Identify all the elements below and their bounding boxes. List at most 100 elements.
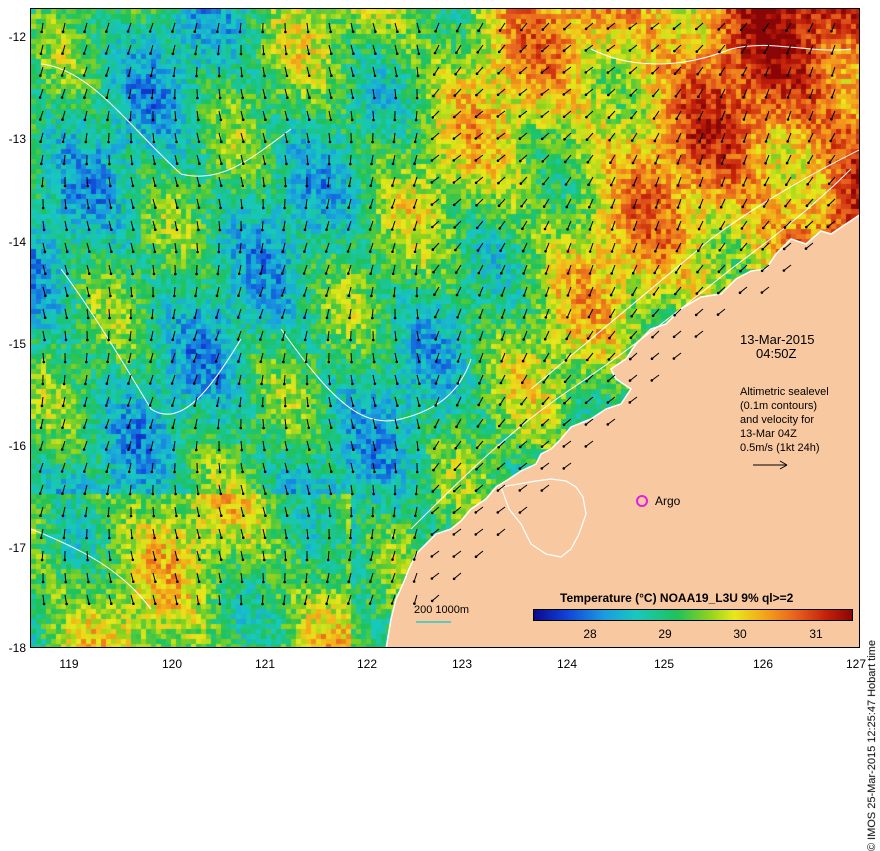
velocity-arrow-head [131, 537, 134, 540]
velocity-arrow [808, 177, 813, 184]
velocity-arrow-head [567, 272, 570, 275]
velocity-arrow [329, 507, 330, 516]
velocity-arrow [521, 23, 527, 30]
lat-label: -15 [2, 337, 26, 351]
velocity-arrow-head [413, 162, 416, 165]
velocity-arrow [393, 243, 396, 252]
velocity-arrow-head [676, 228, 679, 231]
velocity-arrow-head [414, 515, 417, 518]
velocity-arrow-head [127, 426, 130, 429]
velocity-arrow-head [698, 206, 701, 209]
velocity-arrow-head [633, 228, 636, 231]
velocity-arrow-head [743, 140, 746, 143]
velocity-arrow [476, 177, 483, 183]
velocity-arrow [417, 45, 419, 54]
velocity-arrow-head [196, 251, 199, 254]
velocity-arrow [129, 67, 131, 76]
velocity-arrow [351, 89, 353, 98]
velocity-arrow-head [629, 49, 632, 52]
velocity-arrow-head [698, 228, 701, 231]
velocity-arrow [501, 375, 505, 383]
velocity-arrow-head [284, 405, 287, 408]
velocity-arrow-head [109, 559, 112, 562]
velocity-arrow [564, 419, 571, 425]
velocity-arrow [373, 441, 375, 450]
altimetry-line: 13-Mar 04Z [740, 427, 829, 441]
velocity-arrow [480, 309, 483, 318]
velocity-arrow [84, 463, 87, 472]
velocity-arrow-head [329, 383, 332, 386]
velocity-arrow-head [608, 337, 611, 340]
velocity-arrow-head [453, 533, 456, 536]
velocity-arrow [129, 463, 131, 472]
velocity-arrow [195, 419, 197, 428]
velocity-arrow-head [61, 426, 64, 429]
velocity-arrow [43, 331, 45, 340]
velocity-arrow-head [307, 31, 310, 34]
velocity-arrow [282, 287, 285, 296]
velocity-arrow-head [654, 250, 657, 253]
velocity-arrow [175, 155, 177, 164]
velocity-arrow-head [61, 492, 64, 495]
velocity-arrow [87, 221, 89, 230]
velocity-arrow [766, 89, 769, 97]
velocity-arrow [435, 45, 439, 53]
velocity-arrow-head [85, 361, 88, 364]
velocity-arrow [395, 23, 397, 32]
velocity-arrow [175, 485, 176, 494]
velocity-arrow [263, 595, 264, 604]
velocity-arrow-head [608, 358, 611, 361]
velocity-arrow-head [699, 184, 702, 187]
velocity-arrow-head [761, 291, 764, 294]
velocity-arrow [40, 441, 43, 450]
velocity-arrow [153, 199, 155, 208]
velocity-arrow [432, 199, 439, 205]
velocity-arrow-head [519, 93, 522, 96]
velocity-arrow-head [673, 357, 676, 360]
velocity-arrow-head [721, 162, 724, 165]
velocity-arrow-head [105, 448, 108, 451]
velocity-arrow [285, 177, 286, 186]
velocity-arrow [434, 441, 439, 449]
velocity-arrow-head [132, 206, 135, 209]
velocity-arrow-head [586, 359, 589, 362]
velocity-arrow-head [83, 52, 86, 55]
velocity-arrow-head [453, 490, 456, 493]
velocity-arrow [263, 155, 265, 164]
velocity-arrow-head [609, 315, 612, 318]
velocity-arrow-head [718, 270, 721, 273]
velocity-arrow-head [434, 404, 437, 407]
velocity-arrow [241, 89, 243, 98]
velocity-arrow [543, 23, 549, 30]
velocity-arrow-head [149, 52, 152, 55]
velocity-arrow [329, 375, 330, 384]
velocity-arrow-head [497, 489, 500, 492]
velocity-arrow [241, 441, 242, 450]
velocity-arrow [219, 177, 221, 186]
velocity-arrow-head [787, 118, 790, 121]
velocity-arrow-head [416, 97, 419, 100]
lat-label: -12 [2, 30, 26, 44]
velocity-arrow-head [171, 338, 174, 341]
velocity-arrow-head [152, 493, 155, 496]
velocity-arrow-head [545, 294, 548, 297]
velocity-arrow [173, 45, 175, 54]
velocity-arrow-head [418, 30, 421, 33]
map-panel[interactable] [30, 8, 860, 648]
velocity-arrow-head [127, 30, 130, 33]
velocity-arrow-head [285, 427, 288, 430]
velocity-arrow-head [350, 361, 353, 364]
velocity-arrow-head [587, 161, 590, 164]
velocity-arrow-head [307, 537, 310, 540]
velocity-arrow [633, 155, 637, 163]
velocity-arrow-head [328, 361, 331, 364]
velocity-arrow [349, 177, 351, 186]
velocity-arrow-head [434, 52, 437, 55]
velocity-arrow [84, 89, 87, 98]
velocity-arrow [238, 331, 241, 340]
velocity-arrow [499, 45, 505, 52]
velocity-arrow [109, 199, 111, 208]
velocity-arrow [564, 23, 571, 29]
velocity-arrow [216, 309, 219, 318]
velocity-arrow [568, 287, 571, 295]
